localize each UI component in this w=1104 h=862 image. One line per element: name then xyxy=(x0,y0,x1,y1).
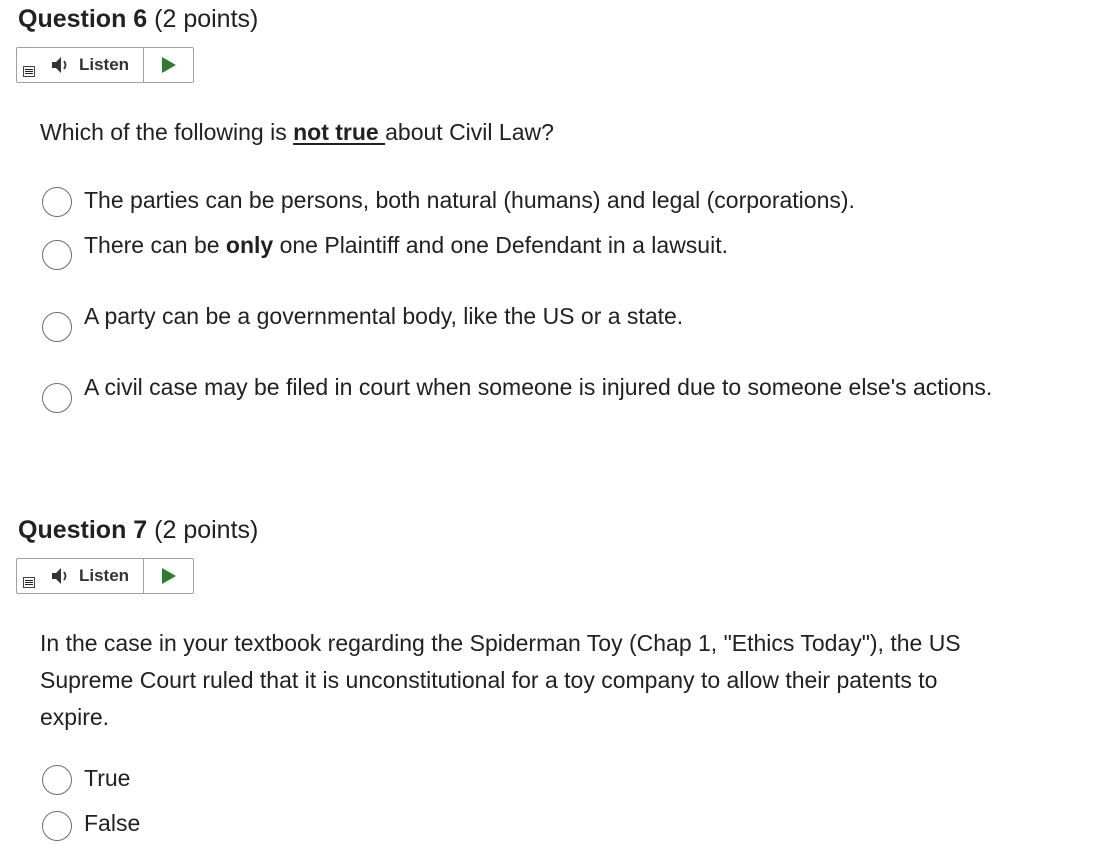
speaker-icon xyxy=(52,57,67,73)
answer-option[interactable]: True xyxy=(42,762,130,797)
listen-button[interactable]: Listen xyxy=(17,559,144,593)
question-number: Question 6 xyxy=(18,5,148,33)
menu-icon[interactable] xyxy=(23,66,35,77)
speaker-icon xyxy=(52,568,67,584)
question-7-title: Question 7 (2 points) xyxy=(18,516,258,545)
menu-icon[interactable] xyxy=(23,577,35,588)
radio-button[interactable] xyxy=(42,240,72,270)
option-label: A party can be a governmental body, like… xyxy=(84,303,684,329)
listen-button[interactable]: Listen xyxy=(17,48,144,82)
option-label: False xyxy=(84,810,141,836)
question-text-part: Which of the following is xyxy=(40,119,294,145)
option-label: The parties can be persons, both natural… xyxy=(84,187,855,213)
answer-option[interactable]: There can be only one Plaintiff and one … xyxy=(42,229,728,270)
answer-option[interactable]: False xyxy=(42,807,140,842)
listen-label: Listen xyxy=(79,566,130,585)
question-6-text: Which of the following is not true about… xyxy=(40,114,554,151)
answer-option[interactable]: A party can be a governmental body, like… xyxy=(42,300,683,342)
question-number: Question 7 xyxy=(18,516,148,544)
option-label: True xyxy=(84,765,131,791)
radio-button[interactable] xyxy=(42,811,72,841)
option-label: A civil case may be filed in court when … xyxy=(84,374,993,400)
option-label-part: one Plaintiff and one Defendant in a law… xyxy=(273,232,728,258)
question-points: (2 points) xyxy=(154,5,259,33)
answer-option[interactable]: The parties can be persons, both natural… xyxy=(42,184,855,219)
option-label-emphasis: only xyxy=(225,232,274,258)
question-7-text: In the case in your textbook regarding t… xyxy=(40,630,961,730)
question-text-emphasis: not true xyxy=(293,119,386,145)
play-icon xyxy=(161,57,176,73)
radio-button[interactable] xyxy=(42,187,72,217)
answer-option[interactable]: A civil case may be filed in court when … xyxy=(42,371,1014,413)
question-points: (2 points) xyxy=(154,516,259,544)
play-button[interactable] xyxy=(144,48,193,82)
question-text-part: about Civil Law? xyxy=(385,119,554,145)
radio-button[interactable] xyxy=(42,383,72,413)
option-label: There can be only one Plaintiff and one … xyxy=(84,227,728,264)
question-6-title: Question 6 (2 points) xyxy=(18,5,258,34)
option-label-part: There can be xyxy=(84,232,226,258)
play-button[interactable] xyxy=(144,559,193,593)
radio-button[interactable] xyxy=(42,312,72,342)
readspeaker-bar: Listen xyxy=(16,47,194,83)
play-icon xyxy=(161,568,176,584)
listen-label: Listen xyxy=(79,55,130,74)
radio-button[interactable] xyxy=(42,765,72,795)
readspeaker-bar: Listen xyxy=(16,558,194,594)
